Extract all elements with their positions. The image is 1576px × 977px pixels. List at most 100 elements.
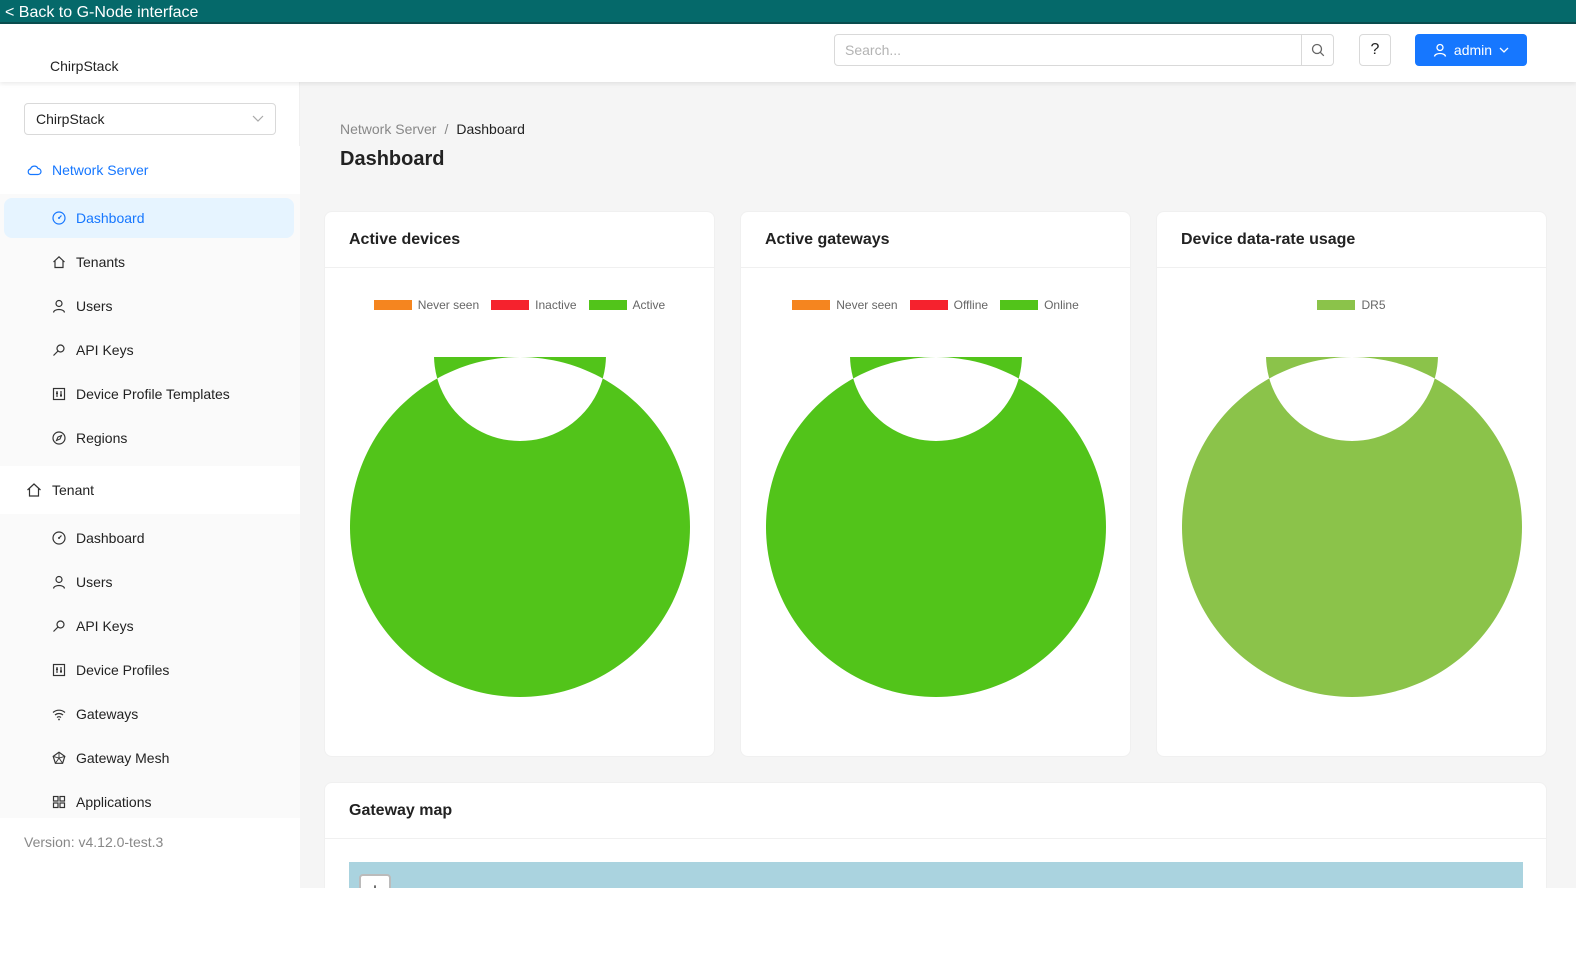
- legend-item[interactable]: Online: [1000, 298, 1079, 312]
- legend-item[interactable]: DR5: [1317, 298, 1386, 312]
- brand-name: ChirpStack: [50, 58, 119, 74]
- apps-icon: [52, 795, 66, 809]
- sidebar-item-label: Device Profiles: [76, 662, 170, 678]
- legend-label: Never seen: [417, 298, 480, 312]
- compass-icon: [52, 431, 66, 445]
- legend-swatch: [1000, 300, 1039, 310]
- sidebar-item-gateways[interactable]: Gateways: [4, 694, 294, 734]
- sidebar-item-label: Applications: [76, 794, 152, 810]
- donut-chart: [766, 357, 1106, 697]
- legend-swatch: [909, 300, 948, 310]
- profile-icon: [52, 663, 66, 677]
- header: ChirpStack ? admin: [0, 24, 1576, 82]
- server-selector[interactable]: ChirpStack: [24, 103, 276, 135]
- sidebar-item-tenants[interactable]: Tenants: [4, 242, 294, 282]
- legend-swatch: [373, 300, 412, 310]
- card-title: Active devices: [325, 212, 714, 268]
- active-devices-card: Active devices Never seen Inactive Active: [324, 211, 715, 757]
- legend-label: Never seen: [836, 298, 898, 312]
- legend-item[interactable]: Inactive: [491, 298, 577, 312]
- legend-label: Offline: [953, 298, 989, 312]
- server-selector-value: ChirpStack: [36, 111, 105, 127]
- dashboard-icon: [52, 211, 66, 225]
- data-rate-usage-card: Device data-rate usage DR5: [1156, 211, 1547, 757]
- sidebar-item-tenant-dashboard[interactable]: Dashboard: [4, 518, 294, 558]
- sidebar-item-ns-dashboard[interactable]: Dashboard: [4, 198, 294, 238]
- legend-label: Inactive: [535, 298, 577, 312]
- chevron-down-icon: [252, 115, 264, 122]
- search-input[interactable]: [835, 35, 1301, 65]
- profile-icon: [52, 387, 66, 401]
- tenant-items: Dashboard Users API Keys Device Profiles…: [0, 514, 300, 830]
- sidebar-item-applications[interactable]: Applications: [4, 782, 294, 822]
- sidebar-item-label: API Keys: [76, 342, 134, 358]
- sidebar-item-label: Gateways: [76, 706, 139, 722]
- sidebar-footer: Version: v4.12.0-test.3: [0, 818, 300, 888]
- wifi-icon: [52, 709, 66, 721]
- sidebar-item-label: Regions: [76, 430, 128, 446]
- sidebar-item-label: Tenants: [76, 254, 126, 270]
- sidebar-item-label: Dashboard: [76, 210, 145, 226]
- chart-legend: Never seen Inactive Active: [325, 298, 714, 312]
- page-bottom: [0, 888, 1576, 977]
- dashboard-icon: [52, 531, 66, 545]
- breadcrumb-current: Dashboard: [456, 121, 525, 137]
- home-icon: [27, 483, 41, 497]
- help-button[interactable]: ?: [1359, 34, 1391, 66]
- legend-item[interactable]: Active: [588, 298, 666, 312]
- key-icon: [53, 620, 65, 632]
- gateway-map[interactable]: +: [349, 862, 1523, 888]
- legend-item[interactable]: Offline: [909, 298, 989, 312]
- user-icon: [52, 299, 66, 313]
- sidebar-menu: Network Server Dashboard Tenants Users A…: [0, 146, 300, 830]
- sidebar-item-label: Users: [76, 574, 113, 590]
- legend-label: Active: [632, 298, 666, 312]
- key-icon: [53, 344, 65, 356]
- cloud-icon: [27, 165, 42, 176]
- menu-group-tenant[interactable]: Tenant: [0, 466, 300, 514]
- map-zoom-in-button[interactable]: +: [359, 874, 391, 888]
- page-title: Dashboard: [340, 148, 445, 170]
- legend-swatch: [792, 300, 831, 310]
- chart-legend: DR5: [1157, 298, 1546, 312]
- chart-legend: Never seen Offline Online: [741, 298, 1130, 312]
- sidebar-item-regions[interactable]: Regions: [4, 418, 294, 458]
- sidebar-item-tenant-api-keys[interactable]: API Keys: [4, 606, 294, 646]
- mesh-icon: [52, 751, 66, 764]
- card-title: Active gateways: [741, 212, 1130, 268]
- user-icon: [1433, 43, 1447, 57]
- back-link[interactable]: < Back to G-Node interface: [5, 4, 198, 22]
- menu-group-label: Network Server: [52, 162, 149, 178]
- legend-swatch: [1317, 300, 1356, 310]
- chevron-down-icon: [1499, 47, 1509, 53]
- sidebar-item-ns-api-keys[interactable]: API Keys: [4, 330, 294, 370]
- card-title: Gateway map: [325, 783, 1546, 839]
- network-server-items: Dashboard Tenants Users API Keys Device …: [0, 194, 300, 466]
- legend-label: DR5: [1361, 298, 1386, 312]
- sidebar-item-device-profile-templates[interactable]: Device Profile Templates: [4, 374, 294, 414]
- legend-item[interactable]: Never seen: [792, 298, 898, 312]
- sidebar-item-tenant-users[interactable]: Users: [4, 562, 294, 602]
- breadcrumb-separator: /: [444, 121, 449, 137]
- top-bar: < Back to G-Node interface: [0, 0, 1576, 24]
- sidebar-item-label: Gateway Mesh: [76, 750, 170, 766]
- menu-group-network-server[interactable]: Network Server: [0, 146, 300, 194]
- search-button[interactable]: [1301, 35, 1333, 65]
- legend-item[interactable]: Never seen: [373, 298, 480, 312]
- legend-swatch: [588, 300, 627, 310]
- home-icon: [53, 255, 65, 269]
- search-box: [834, 34, 1334, 66]
- sidebar-item-label: API Keys: [76, 618, 134, 634]
- donut-chart: [350, 357, 690, 697]
- breadcrumb-parent[interactable]: Network Server: [340, 121, 436, 137]
- gateway-map-card: Gateway map +: [324, 782, 1547, 888]
- legend-label: Online: [1044, 298, 1079, 312]
- user-menu-button[interactable]: admin: [1415, 34, 1527, 66]
- sidebar-item-gateway-mesh[interactable]: Gateway Mesh: [4, 738, 294, 778]
- breadcrumb: Network Server / Dashboard: [340, 121, 525, 137]
- sidebar-item-label: Device Profile Templates: [76, 386, 230, 402]
- sidebar-item-ns-users[interactable]: Users: [4, 286, 294, 326]
- sidebar: ChirpStack Network Server Dashboard Tena…: [0, 82, 300, 888]
- sidebar-item-label: Users: [76, 298, 113, 314]
- sidebar-item-device-profiles[interactable]: Device Profiles: [4, 650, 294, 690]
